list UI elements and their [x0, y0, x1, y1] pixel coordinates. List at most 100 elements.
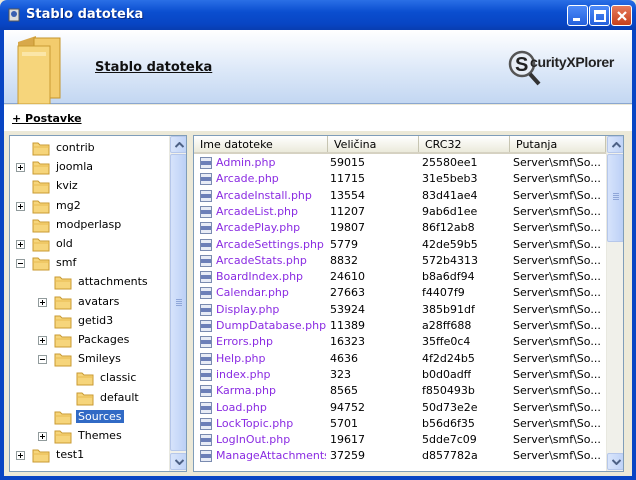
tree-item-joomla[interactable]: joomla	[10, 158, 168, 177]
file-list[interactable]: Ime datoteke Veličina CRC32 Putanja Admi…	[193, 135, 624, 472]
php-file-icon	[200, 417, 212, 430]
tree-item-label: getid3	[78, 313, 114, 327]
tree-item-kviz[interactable]: kviz	[10, 177, 168, 196]
file-size: 8832	[330, 253, 358, 267]
table-row[interactable]: ArcadeStats.php 8832 572b4313 Server\smf\So…	[194, 253, 606, 269]
table-row[interactable]: Load.php 94752 50d73e2e Server\smf\So...	[194, 400, 606, 416]
file-name[interactable]: ArcadeInstall.php	[216, 189, 326, 202]
tree-expander-minus-icon[interactable]	[38, 355, 47, 365]
tree-scroll-up-button[interactable]	[170, 136, 186, 153]
table-row[interactable]: ArcadePlay.php 19807 86f12ab8 Server\smf\So…	[194, 220, 606, 236]
settings-link[interactable]: + Postavke	[12, 112, 82, 125]
file-name[interactable]: DumpDatabase.php	[216, 319, 326, 332]
tree-scroll-thumb[interactable]	[170, 154, 186, 451]
file-name[interactable]: Errors.php	[216, 335, 326, 348]
tree-item-smileys[interactable]: Smileys	[10, 350, 168, 369]
tree-item-test1[interactable]: test1	[10, 446, 168, 465]
table-row[interactable]: Karma.php 8565 f850493b Server\smf\So...	[194, 383, 606, 399]
title-bar[interactable]: Stablo datoteka	[0, 0, 636, 30]
file-name[interactable]: Admin.php	[216, 156, 326, 169]
list-scroll-down-button[interactable]	[607, 453, 623, 470]
file-name[interactable]: BoardIndex.php	[216, 270, 326, 283]
file-name[interactable]: index.php	[216, 368, 326, 381]
table-row[interactable]: ArcadeList.php 11207 9ab6d1ee Server\smf\So…	[194, 204, 606, 220]
file-name[interactable]: ArcadeList.php	[216, 205, 326, 218]
file-name[interactable]: ArcadePlay.php	[216, 221, 326, 234]
tree-expander-plus-icon[interactable]	[16, 240, 25, 249]
folder-icon	[32, 142, 50, 156]
table-row[interactable]: Admin.php 59015 25580ee1 Server\smf\So...	[194, 155, 606, 171]
tree-expander-plus-icon[interactable]	[38, 432, 47, 441]
tree-item-old[interactable]: old	[10, 235, 168, 254]
file-name[interactable]: Load.php	[216, 401, 326, 414]
file-path: Server\smf\So...	[513, 221, 601, 235]
file-size: 5779	[330, 237, 358, 251]
tree-scroll-down-button[interactable]	[170, 453, 186, 470]
file-crc32: 5dde7c09	[422, 433, 477, 447]
tree-item-packages[interactable]: Packages	[10, 331, 168, 350]
tree-item-smf[interactable]: smf	[10, 254, 168, 273]
table-row[interactable]: LogInOut.php 19617 5dde7c09 Server\smf\So..…	[194, 432, 606, 448]
tree-item-attachments[interactable]: attachments	[10, 273, 168, 292]
table-row[interactable]: BoardIndex.php 24610 b8a6df94 Server\smf\So…	[194, 269, 606, 285]
minimize-button[interactable]	[567, 5, 588, 26]
file-name[interactable]: ArcadeStats.php	[216, 254, 326, 267]
php-file-icon	[200, 336, 212, 349]
tree-item-avatars[interactable]: avatars	[10, 293, 168, 312]
table-row[interactable]: Help.php 4636 4f2d24b5 Server\smf\So...	[194, 351, 606, 367]
table-row[interactable]: Errors.php 16323 35ffe0c4 Server\smf\So...	[194, 334, 606, 350]
file-name[interactable]: ArcadeSettings.php	[216, 238, 326, 251]
file-name[interactable]: Arcade.php	[216, 172, 326, 185]
table-row[interactable]: Calendar.php 27663 f4407f9 Server\smf\So...	[194, 285, 606, 301]
maximize-button[interactable]	[589, 5, 610, 26]
file-name[interactable]: Karma.php	[216, 384, 326, 397]
table-row[interactable]: Display.php 53924 385b91df Server\smf\So...	[194, 302, 606, 318]
column-header-crc[interactable]: CRC32	[419, 136, 510, 152]
table-row[interactable]: DumpDatabase.php 11389 a28ff688 Server\smf\…	[194, 318, 606, 334]
tree-expander-plus-icon[interactable]	[38, 336, 47, 345]
tree-item-default[interactable]: default	[10, 389, 168, 408]
tree-scrollbar[interactable]	[169, 136, 186, 471]
list-scroll-up-button[interactable]	[607, 136, 623, 153]
table-row[interactable]: ArcadeInstall.php 13554 83d41ae4 Server\smf…	[194, 188, 606, 204]
column-header-name[interactable]: Ime datoteke	[194, 136, 328, 152]
tree-expander-plus-icon[interactable]	[38, 297, 47, 307]
tree-item-sources[interactable]: Sources	[10, 408, 168, 427]
tree-item-themes[interactable]: Themes	[10, 427, 168, 446]
folder-tree[interactable]: contrib joomla kviz mg2 modperlasp old smf atta…	[9, 135, 187, 472]
close-button[interactable]	[611, 5, 632, 26]
tree-item-getid3[interactable]: getid3	[10, 312, 168, 331]
tree-item-classic[interactable]: classic	[10, 369, 168, 388]
file-name[interactable]: Help.php	[216, 352, 326, 365]
file-path: Server\smf\So...	[513, 204, 601, 218]
file-size: 94752	[330, 400, 365, 414]
tree-item-label: contrib	[56, 141, 95, 154]
tree-item-contrib[interactable]: contrib	[10, 139, 168, 158]
tree-expander-plus-icon[interactable]	[16, 451, 25, 461]
file-name[interactable]: Display.php	[216, 303, 326, 316]
tree-item-label: smf	[56, 256, 77, 270]
file-size: 24610	[330, 270, 365, 284]
table-row[interactable]: ManageAttachments.... 37259 d857782a Server…	[194, 448, 606, 464]
table-row[interactable]: index.php 323 b0d0adff Server\smf\So...	[194, 367, 606, 383]
list-scroll-thumb[interactable]	[607, 154, 623, 242]
column-header-size[interactable]: Veličina	[328, 136, 419, 152]
file-name[interactable]: ManageAttachments....	[216, 449, 326, 462]
tree-item-mg2[interactable]: mg2	[10, 197, 168, 216]
php-file-icon	[200, 173, 212, 186]
table-row[interactable]: LockTopic.php 5701 b56d6f35 Server\smf\So..…	[194, 416, 606, 432]
list-scrollbar[interactable]	[606, 136, 623, 471]
minimize-icon	[573, 18, 580, 21]
table-row[interactable]: Arcade.php 11715 31e5beb3 Server\smf\So...	[194, 171, 606, 187]
column-header-path[interactable]: Putanja	[510, 136, 606, 152]
tree-expander-minus-icon[interactable]	[16, 259, 25, 269]
table-row[interactable]: ArcadeSettings.php 5779 42de59b5 Server\smf…	[194, 237, 606, 253]
tree-expander-plus-icon[interactable]	[16, 163, 25, 173]
file-name[interactable]: Calendar.php	[216, 286, 326, 299]
tree-expander-plus-icon[interactable]	[16, 201, 25, 211]
file-name[interactable]: LogInOut.php	[216, 433, 326, 446]
file-name[interactable]: LockTopic.php	[216, 417, 326, 430]
tree-item-modperlasp[interactable]: modperlasp	[10, 216, 168, 235]
folder-icon	[54, 315, 72, 329]
folder-icon	[32, 219, 50, 233]
